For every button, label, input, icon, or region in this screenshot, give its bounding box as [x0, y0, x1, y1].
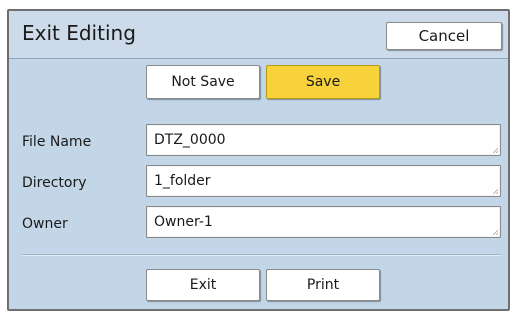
file-name-label: File Name: [22, 134, 92, 150]
title-bar: Exit Editing Cancel: [9, 11, 508, 59]
owner-label: Owner: [22, 216, 68, 232]
directory-value: 1_folder: [154, 173, 211, 189]
directory-label: Directory: [22, 175, 87, 191]
file-name-field[interactable]: DTZ_0000: [146, 124, 501, 156]
resize-grip-icon: [492, 147, 498, 153]
not-save-button[interactable]: Not Save: [146, 65, 260, 99]
print-button[interactable]: Print: [266, 269, 380, 301]
cancel-button[interactable]: Cancel: [386, 22, 502, 50]
exit-button[interactable]: Exit: [146, 269, 260, 301]
dialog-title: Exit Editing: [22, 21, 136, 45]
owner-field[interactable]: Owner-1: [146, 206, 501, 238]
divider: [22, 254, 501, 256]
resize-grip-icon: [492, 188, 498, 194]
save-button[interactable]: Save: [266, 65, 380, 99]
owner-value: Owner-1: [154, 214, 213, 230]
resize-grip-icon: [492, 229, 498, 235]
exit-editing-dialog: Exit Editing Cancel Not Save Save File N…: [7, 9, 510, 311]
file-name-value: DTZ_0000: [154, 132, 226, 148]
directory-field[interactable]: 1_folder: [146, 165, 501, 197]
